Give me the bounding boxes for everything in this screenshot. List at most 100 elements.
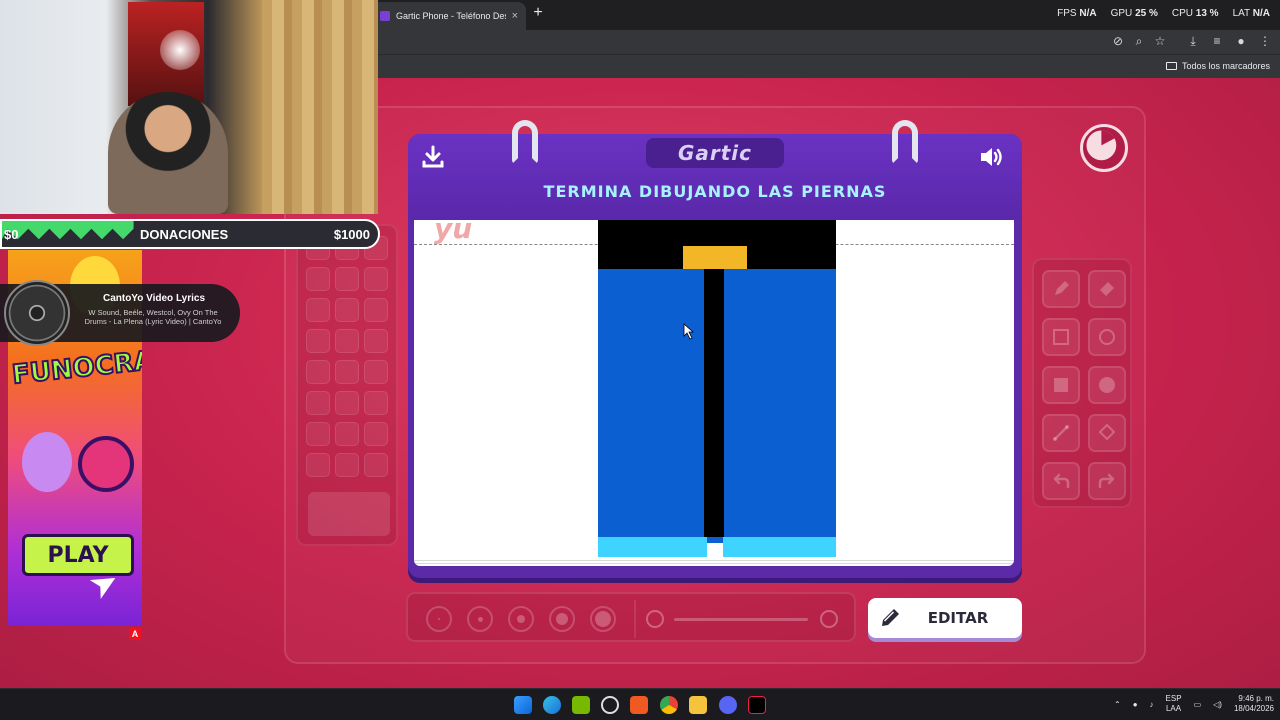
ad-character-bearded (22, 432, 72, 492)
opacity-slider-handle[interactable] (820, 610, 838, 628)
edit-button-label: EDITAR (927, 609, 989, 627)
color-swatch[interactable] (306, 422, 330, 446)
color-swatch[interactable] (335, 267, 359, 291)
all-bookmarks-button[interactable]: Todos los marcadores (1165, 61, 1270, 71)
brush-size-4[interactable] (549, 606, 575, 632)
color-swatch[interactable] (306, 360, 330, 384)
volume-icon[interactable]: ◁) (1213, 700, 1222, 709)
zoom-icon[interactable]: ⌕ (1131, 34, 1147, 49)
brush-size-3[interactable] (508, 606, 534, 632)
color-swatch[interactable] (364, 422, 388, 446)
rectangle-tool[interactable] (1042, 318, 1080, 356)
eye-off-icon[interactable]: ⊘ (1110, 34, 1126, 48)
circle-icon (1099, 329, 1115, 345)
new-tab-button[interactable]: + (530, 4, 546, 22)
clock-time: 9:46 p. m. (1238, 694, 1274, 703)
edit-button[interactable]: EDITAR (868, 598, 1022, 638)
ellipse-tool[interactable] (1088, 318, 1126, 356)
line-icon (1053, 425, 1069, 441)
active-tab[interactable]: Gartic Phone - Teléfono Descon × (372, 2, 526, 30)
brush-size-5[interactable] (590, 606, 616, 632)
binder-ring-right (892, 120, 918, 164)
color-swatch[interactable] (364, 360, 388, 384)
current-color-swatch[interactable] (308, 492, 390, 536)
color-swatch[interactable] (306, 453, 330, 477)
tray-app-icon[interactable]: ● (1133, 700, 1138, 709)
color-swatch[interactable] (306, 391, 330, 415)
language-indicator[interactable]: ESP LAA (1166, 694, 1182, 714)
color-swatch[interactable] (335, 298, 359, 322)
media-control-icon[interactable]: ≡ (1209, 34, 1225, 48)
pencil-tool[interactable] (1042, 270, 1080, 308)
system-clock[interactable]: 9:46 p. m. 18/04/2026 (1234, 694, 1274, 714)
fill-bucket-tool[interactable] (1088, 414, 1126, 452)
chrome-icon[interactable] (660, 696, 678, 714)
profile-avatar-icon[interactable]: ● (1233, 34, 1249, 48)
donation-title: DONACIONES (140, 227, 229, 242)
ad-play-button[interactable]: PLAY (22, 534, 134, 576)
color-swatch[interactable] (364, 391, 388, 415)
nvidia-icon[interactable] (572, 696, 590, 714)
color-swatch[interactable] (335, 329, 359, 353)
color-swatch[interactable] (306, 329, 330, 353)
now-playing-title: CantoYo Video Lyrics (102, 293, 206, 304)
system-tray: ⌃ ● ♪ ESP LAA ▭ ◁) 9:46 p. m. 18/04/2026 (1114, 694, 1274, 714)
brush-size-1[interactable] (426, 606, 452, 632)
webcam-feed (0, 0, 378, 214)
menu-icon[interactable]: ⋮ (1257, 34, 1273, 48)
download-icon[interactable] (420, 144, 446, 170)
start-menu-icon[interactable] (514, 696, 532, 714)
opacity-min-knob[interactable] (646, 610, 664, 628)
eraser-tool[interactable] (1088, 270, 1126, 308)
undo-icon (1053, 473, 1070, 489)
perf-fps: FPS N/A (1057, 8, 1097, 19)
color-swatch[interactable] (335, 422, 359, 446)
filled-rectangle-tool[interactable] (1042, 366, 1080, 404)
gartic-logo: Gartic (677, 141, 753, 165)
brush-size-2[interactable] (467, 606, 493, 632)
edge-icon[interactable] (543, 696, 561, 714)
line-tool[interactable] (1042, 414, 1080, 452)
timer-icon (1080, 124, 1128, 172)
color-swatch[interactable] (306, 298, 330, 322)
microphone-icon[interactable]: ♪ (1150, 700, 1154, 709)
undo-button[interactable] (1042, 462, 1080, 500)
now-playing-widget: CantoYo Video Lyrics W Sound, Beéle, Wes… (0, 280, 240, 346)
color-swatch[interactable] (335, 360, 359, 384)
gartic-favicon-icon (380, 11, 390, 21)
tab-close-button[interactable]: × (512, 10, 526, 22)
color-swatch[interactable] (364, 453, 388, 477)
filled-circle-icon (1099, 377, 1115, 393)
downloads-icon[interactable]: ⤓ (1185, 34, 1201, 49)
color-swatch[interactable] (335, 453, 359, 477)
keyboard-layout: LAA (1165, 704, 1182, 713)
board-header: Gartic TERMINA DIBUJANDO LAS PIERNAS (408, 120, 1022, 220)
redo-button[interactable] (1088, 462, 1126, 500)
drawn-pants-divider (704, 269, 724, 537)
color-swatch[interactable] (306, 267, 330, 291)
perf-gpu: GPU 25 % (1110, 8, 1158, 19)
settings-icon[interactable] (601, 696, 619, 714)
drawn-right-shoe (723, 537, 836, 557)
tiktok-icon[interactable] (748, 696, 766, 714)
color-swatch[interactable] (335, 391, 359, 415)
streamlabs-icon[interactable] (630, 696, 648, 714)
color-swatch[interactable] (364, 267, 388, 291)
network-icon[interactable]: ▭ (1194, 700, 1202, 709)
opacity-slider[interactable] (674, 618, 808, 621)
volume-icon[interactable] (978, 144, 1004, 170)
all-bookmarks-label: Todos los marcadores (1181, 61, 1270, 71)
logo-tab: Gartic (646, 138, 784, 168)
file-explorer-icon[interactable] (689, 696, 707, 714)
discord-icon[interactable] (719, 696, 737, 714)
perf-lat: LAT N/A (1232, 8, 1270, 19)
drawing-canvas[interactable]: yu (414, 220, 1014, 564)
donation-progress-fill (2, 221, 134, 240)
bookmark-star-icon[interactable]: ☆ (1152, 34, 1168, 48)
lamp-glow (160, 30, 200, 70)
filled-ellipse-tool[interactable] (1088, 366, 1126, 404)
tool-panel (1032, 258, 1132, 508)
tray-chevron-icon[interactable]: ⌃ (1114, 700, 1121, 709)
color-swatch[interactable] (364, 298, 388, 322)
color-swatch[interactable] (364, 329, 388, 353)
